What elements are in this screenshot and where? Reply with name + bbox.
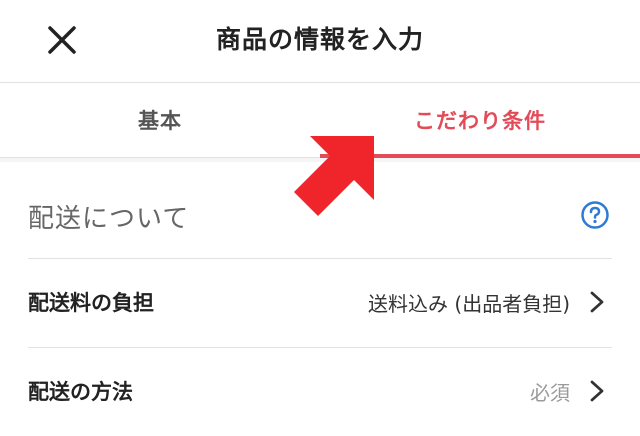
shipping-section: 配送について 配送料の負担 送料込み (出品者負担) 配送の方法 必須 (0, 162, 640, 422)
help-circle-icon[interactable] (580, 200, 610, 230)
row-label: 配送料の負担 (28, 291, 154, 315)
row-label: 配送の方法 (28, 380, 133, 404)
tab-bar: 基本 こだわり条件 (0, 83, 640, 158)
chevron-right-icon (590, 380, 604, 402)
row-shipping-method[interactable]: 配送の方法 必須 (0, 348, 640, 436)
chevron-right-icon (590, 291, 604, 313)
row-value: 送料込み (出品者負担) (368, 292, 570, 316)
tab-basic[interactable]: 基本 (0, 83, 320, 157)
content-area: 配送について 配送料の負担 送料込み (出品者負担) 配送の方法 必須 (0, 158, 640, 422)
section-heading: 配送について (28, 204, 190, 234)
app-header: 商品の情報を入力 (0, 0, 640, 83)
tab-kodawari[interactable]: こだわり条件 (320, 83, 640, 157)
row-shipping-fee[interactable]: 配送料の負担 送料込み (出品者負担) (0, 259, 640, 347)
required-badge: 必須 (530, 381, 570, 405)
page-title: 商品の情報を入力 (215, 25, 424, 54)
